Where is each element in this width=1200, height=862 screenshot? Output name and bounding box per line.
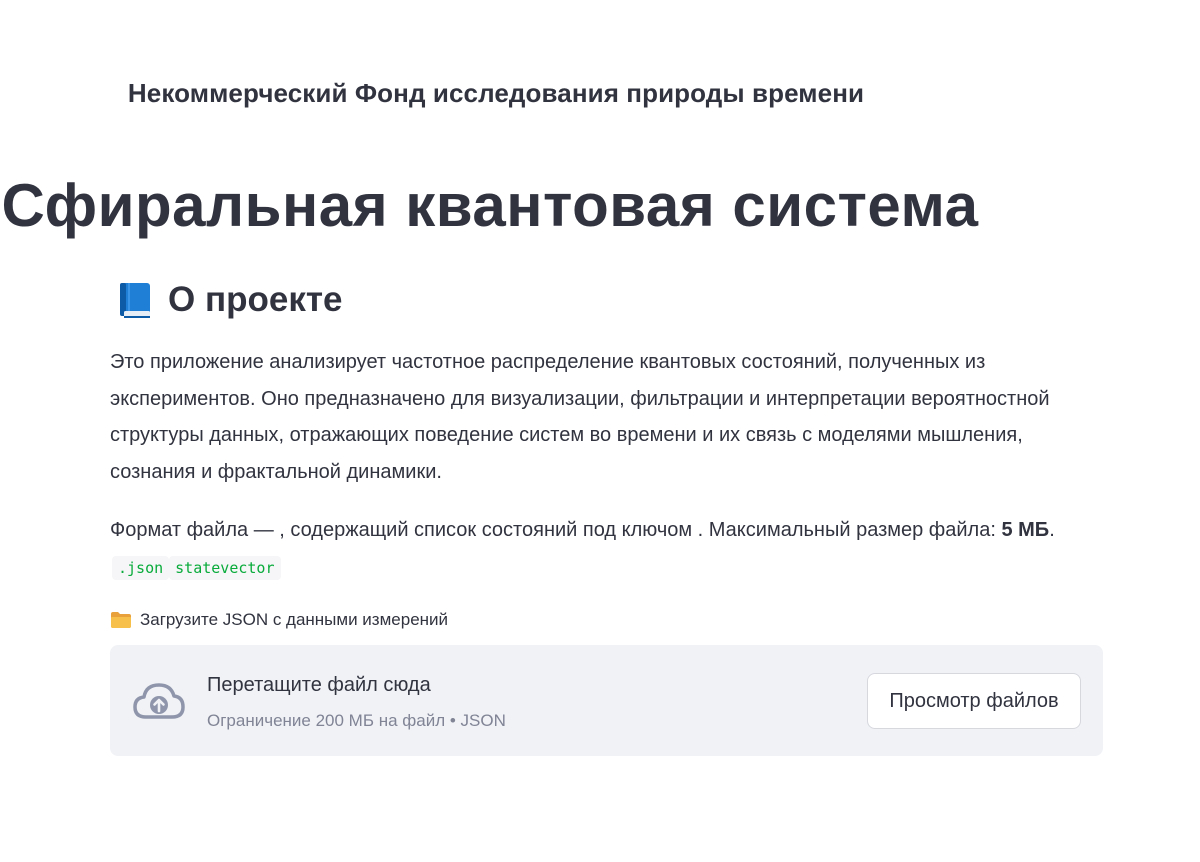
about-section-heading: О проекте bbox=[116, 276, 342, 324]
code-statevector-key: statevector bbox=[169, 555, 281, 580]
code-json-format: .json bbox=[112, 555, 170, 580]
uploader-label: Загрузите JSON с данными измерений bbox=[110, 610, 448, 630]
folder-icon bbox=[110, 611, 132, 629]
browse-files-button[interactable]: Просмотр файлов bbox=[867, 673, 1081, 729]
blue-book-icon bbox=[116, 280, 154, 320]
dropzone-title: Перетащите файл сюда bbox=[207, 674, 431, 696]
file-dropzone[interactable]: Перетащите файл сюда Ограничение 200 МБ … bbox=[110, 645, 1103, 756]
about-description: Это приложение анализирует частотное рас… bbox=[110, 351, 1050, 483]
max-size-value: 5 МБ bbox=[1001, 519, 1050, 541]
dropzone-limit-text: Ограничение 200 МБ на файл • JSON bbox=[207, 711, 506, 730]
file-format-description: Формат файла — , содержащий список состо… bbox=[110, 512, 1100, 586]
page-title: Сфиральная квантовая система bbox=[1, 172, 979, 239]
about-heading-text: О проекте bbox=[168, 280, 343, 319]
organization-name: Некоммерческий Фонд исследования природы… bbox=[127, 78, 865, 108]
uploader-label-text: Загрузите JSON с данными измерений bbox=[140, 610, 449, 629]
cloud-upload-icon bbox=[132, 681, 186, 721]
format-text: Формат файла — , содержащий список состо… bbox=[110, 519, 1002, 541]
format-text-end: . bbox=[1049, 519, 1055, 541]
